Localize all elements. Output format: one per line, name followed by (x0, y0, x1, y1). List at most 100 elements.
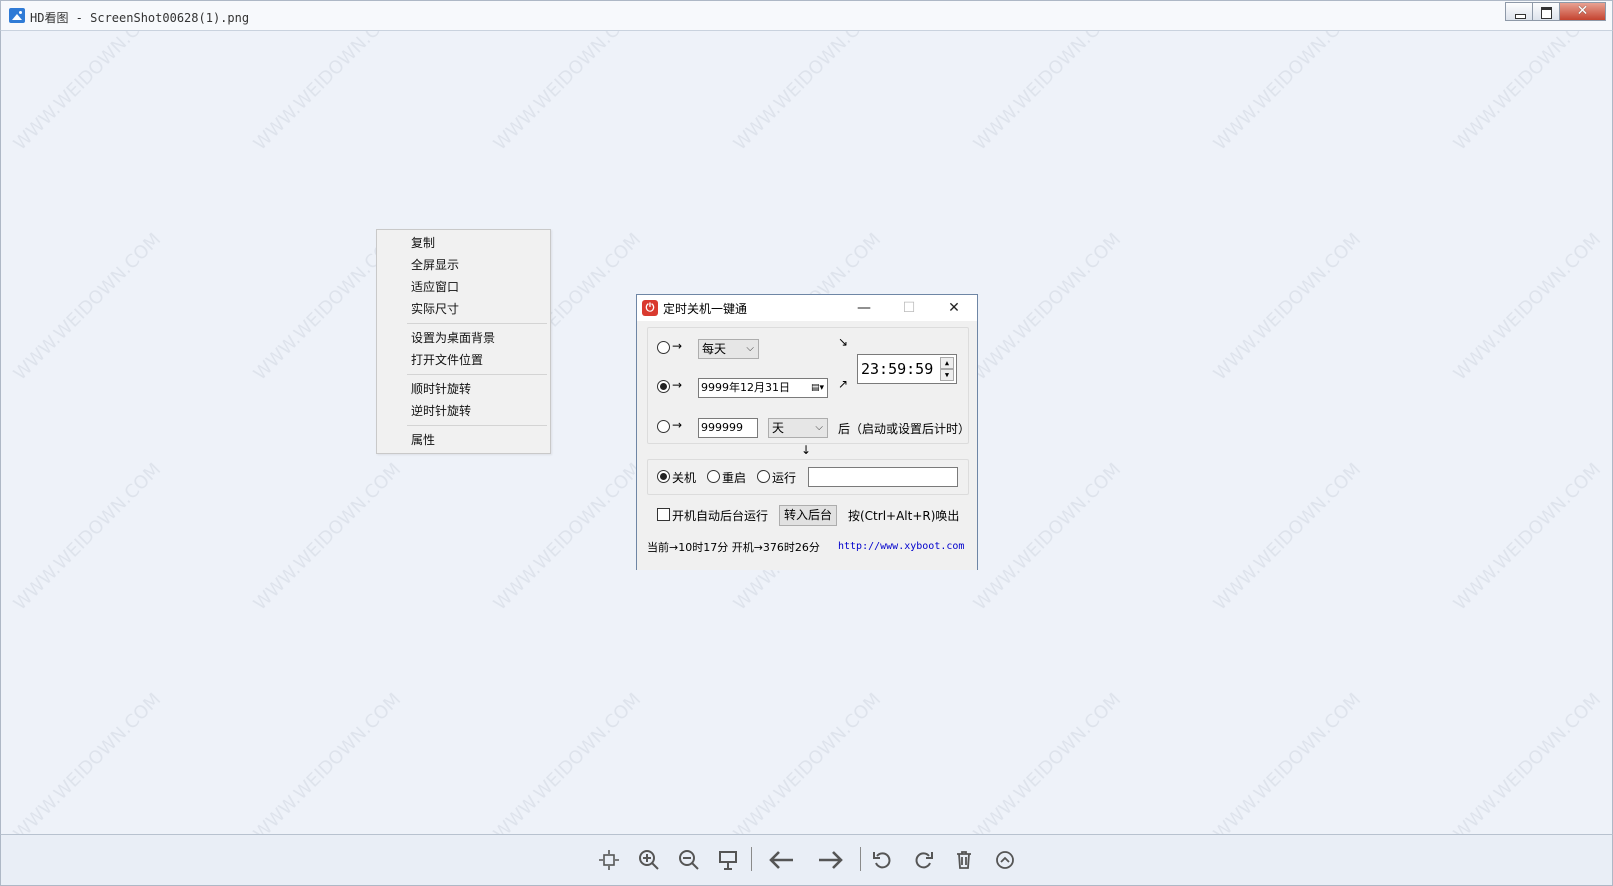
toolbar-separator (751, 847, 752, 871)
run-command-input[interactable] (808, 467, 958, 487)
watermark-text: WWW.WEIDOWN.COM (250, 459, 405, 614)
watermark-text: WWW.WEIDOWN.COM (1210, 689, 1365, 834)
radio-daily[interactable] (657, 341, 670, 354)
date-value: 9999年12月31日 (701, 381, 790, 394)
calendar-dropdown-icon: ▤▾ (810, 383, 824, 393)
repeat-combo-value: 每天 (702, 342, 727, 356)
menu-separator (407, 425, 547, 426)
shutdown-dialog: ⏻ 定时关机一键通 — ☐ ✕ → 每天 ⌵ ↘ → 9999年12月31日 ▤… (636, 294, 978, 570)
watermark-text: WWW.WEIDOWN.COM (970, 459, 1125, 614)
shutdown-label: 关机 (672, 471, 697, 485)
watermark-text: WWW.WEIDOWN.COM (730, 31, 885, 155)
menu-item-open-location[interactable]: 打开文件位置 (411, 350, 483, 370)
dialog-maximize-button: ☐ (902, 300, 916, 316)
dialog-minimize-button[interactable]: — (849, 298, 879, 318)
chevron-down-icon: ⌵ (746, 343, 754, 354)
zoom-out-icon[interactable] (678, 849, 700, 871)
watermark-text: WWW.WEIDOWN.COM (250, 31, 405, 155)
title-bar: HD看图 - ScreenShot00628(1).png ✕ (0, 0, 1613, 31)
context-menu: 复制 全屏显示 适应窗口 实际尺寸 设置为桌面背景 打开文件位置 顺时针旋转 逆… (376, 229, 551, 454)
radio-shutdown[interactable] (657, 470, 670, 483)
run-label: 运行 (772, 471, 797, 485)
menu-item-properties[interactable]: 属性 (411, 430, 435, 450)
rotate-right-icon[interactable] (912, 849, 934, 871)
dialog-body: → 每天 ⌵ ↘ → 9999年12月31日 ▤▾ ↗ 23:59:59 ▲ ▼… (637, 321, 977, 570)
time-input[interactable]: 23:59:59 ▲ ▼ (857, 354, 957, 384)
background-button[interactable]: 转入后台 (779, 505, 837, 526)
menu-item-set-wallpaper[interactable]: 设置为桌面背景 (411, 328, 495, 348)
arrow-up-right-icon: ↗ (838, 377, 849, 391)
radio-date[interactable] (657, 380, 670, 393)
watermark-text: WWW.WEIDOWN.COM (970, 31, 1125, 155)
watermark-text: WWW.WEIDOWN.COM (1450, 459, 1605, 614)
watermark-text: WWW.WEIDOWN.COM (1450, 31, 1605, 155)
watermark-text: WWW.WEIDOWN.COM (10, 31, 165, 155)
prev-arrow-icon[interactable] (768, 849, 796, 871)
arrow-right-icon: → (672, 378, 683, 392)
next-arrow-icon[interactable] (816, 849, 844, 871)
date-picker[interactable]: 9999年12月31日 ▤▾ (698, 378, 828, 398)
spin-up-icon[interactable]: ▲ (940, 357, 954, 369)
watermark-text: WWW.WEIDOWN.COM (490, 459, 645, 614)
minimize-button[interactable] (1505, 2, 1532, 21)
arrow-down-icon: ↓ (801, 443, 812, 457)
watermark-text: WWW.WEIDOWN.COM (1450, 229, 1605, 384)
power-icon: ⏻ (642, 300, 658, 316)
menu-item-copy[interactable]: 复制 (411, 233, 435, 253)
watermark-text: WWW.WEIDOWN.COM (490, 689, 645, 834)
unit-combo[interactable]: 天 ⌵ (768, 418, 828, 438)
repeat-combo[interactable]: 每天 ⌵ (698, 339, 759, 359)
menu-separator (407, 374, 547, 375)
spin-down-icon[interactable]: ▼ (940, 369, 954, 381)
delete-icon[interactable] (953, 849, 975, 871)
watermark-text: WWW.WEIDOWN.COM (250, 689, 405, 834)
radio-countdown[interactable] (657, 420, 670, 433)
watermark-text: WWW.WEIDOWN.COM (490, 31, 645, 155)
watermark-text: WWW.WEIDOWN.COM (10, 229, 165, 384)
watermark-text: WWW.WEIDOWN.COM (730, 689, 885, 834)
menu-item-actual-size[interactable]: 实际尺寸 (411, 299, 459, 319)
rotate-left-icon[interactable] (872, 849, 894, 871)
menu-item-fit-window[interactable]: 适应窗口 (411, 277, 459, 297)
dialog-title-bar: ⏻ 定时关机一键通 — ☐ ✕ (637, 295, 977, 321)
radio-run[interactable] (757, 470, 770, 483)
menu-separator (407, 323, 547, 324)
arrow-right-icon: → (672, 339, 683, 353)
more-icon[interactable] (994, 849, 1016, 871)
restart-label: 重启 (722, 471, 747, 485)
watermark-text: WWW.WEIDOWN.COM (1210, 229, 1365, 384)
watermark-text: WWW.WEIDOWN.COM (970, 229, 1125, 384)
countdown-number-input[interactable]: 999999 (698, 418, 758, 438)
close-button[interactable]: ✕ (1559, 2, 1606, 21)
arrow-down-right-icon: ↘ (838, 335, 849, 349)
autostart-checkbox[interactable] (657, 508, 670, 521)
unit-combo-value: 天 (772, 421, 785, 435)
dialog-close-button[interactable]: ✕ (939, 298, 969, 318)
window-title: HD看图 - ScreenShot00628(1).png (30, 11, 250, 25)
status-text: 当前→10时17分 开机→376时26分 (647, 541, 820, 554)
fit-window-icon[interactable] (598, 849, 620, 871)
maximize-button[interactable] (1532, 2, 1559, 21)
watermark-text: WWW.WEIDOWN.COM (10, 459, 165, 614)
hotkey-label: 按(Ctrl+Alt+R)唤出 (848, 509, 960, 523)
window-controls: ✕ (1505, 2, 1606, 21)
app-image-icon (9, 8, 25, 23)
countdown-number-value: 999999 (701, 421, 743, 434)
zoom-in-icon[interactable] (638, 849, 660, 871)
slideshow-icon[interactable] (717, 849, 739, 871)
watermark-text: WWW.WEIDOWN.COM (1210, 31, 1365, 155)
chevron-down-icon: ⌵ (815, 422, 823, 433)
watermark-text: WWW.WEIDOWN.COM (970, 689, 1125, 834)
menu-item-fullscreen[interactable]: 全屏显示 (411, 255, 459, 275)
menu-item-rotate-cw[interactable]: 顺时针旋转 (411, 379, 471, 399)
close-icon: ✕ (1576, 3, 1589, 19)
bottom-toolbar (0, 834, 1613, 886)
watermark-text: WWW.WEIDOWN.COM (10, 689, 165, 834)
radio-restart[interactable] (707, 470, 720, 483)
watermark-text: WWW.WEIDOWN.COM (1450, 689, 1605, 834)
dialog-title: 定时关机一键通 (663, 302, 748, 316)
menu-item-rotate-ccw[interactable]: 逆时针旋转 (411, 401, 471, 421)
countdown-hint: 后（启动或设置后计时） (838, 422, 971, 436)
website-link[interactable]: http://www.xyboot.com (838, 541, 964, 552)
watermark-text: WWW.WEIDOWN.COM (1210, 459, 1365, 614)
